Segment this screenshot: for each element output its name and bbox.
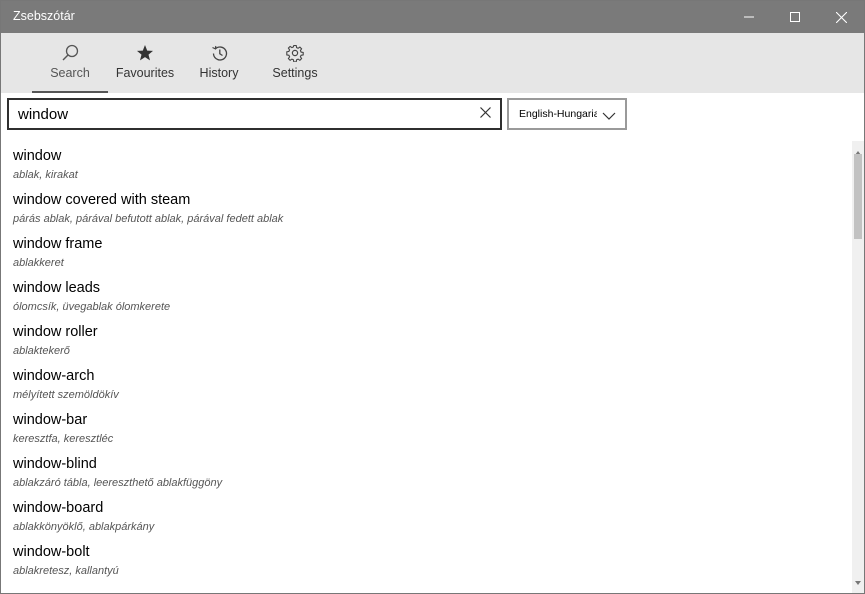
search-icon	[32, 43, 108, 63]
minimize-icon	[744, 12, 754, 22]
result-translation: ablakkeret	[13, 257, 64, 269]
app-title: Zsebszótár	[13, 9, 75, 23]
result-translation: ablakkönyöklő, ablakpárkány	[13, 521, 155, 533]
search-box	[7, 98, 502, 130]
result-term: window-blind	[13, 456, 97, 472]
result-term: window-board	[13, 500, 104, 516]
list-item[interactable]: window covered with steam párás ablak, p…	[13, 191, 833, 226]
list-item[interactable]: window-board ablakkönyöklő, ablakpárkány	[13, 499, 833, 534]
result-translation: ablakzáró tábla, leereszthető ablakfüggö…	[13, 477, 223, 489]
tab-label: Favourites	[115, 66, 175, 80]
star-icon	[107, 43, 183, 63]
list-item[interactable]: window-arch mélyített szemöldökív	[13, 367, 833, 402]
result-translation: ablakretesz, kallantyú	[13, 565, 119, 577]
scroll-down-icon[interactable]	[854, 573, 862, 591]
clear-icon	[479, 105, 491, 123]
tab-label: Search	[50, 66, 90, 80]
list-item[interactable]: window leads ólomcsík, üvegablak ólomker…	[13, 279, 833, 314]
result-translation: ablaktekerő	[13, 345, 70, 357]
list-item[interactable]: window roller ablaktekerő	[13, 323, 833, 358]
active-tab-indicator	[32, 91, 108, 93]
result-term: window	[13, 148, 62, 164]
tab-history[interactable]: History	[181, 33, 257, 93]
search-input[interactable]	[18, 104, 458, 124]
maximize-button[interactable]	[772, 1, 818, 33]
tab-search[interactable]: Search	[32, 33, 108, 93]
nav-bar: Search Favourites History Settings	[1, 33, 864, 93]
app-window: Zsebszótár Search Favourites History Set…	[0, 0, 865, 594]
list-item[interactable]: window-bolt ablakretesz, kallantyú	[13, 543, 833, 578]
result-translation: ólomcsík, üvegablak ólomkerete	[13, 301, 171, 313]
maximize-icon	[790, 12, 800, 22]
scrollbar-thumb[interactable]	[854, 154, 862, 239]
list-item[interactable]: window ablak, kirakat	[13, 147, 833, 182]
tab-favourites[interactable]: Favourites	[107, 33, 183, 93]
result-term: window roller	[13, 324, 98, 340]
list-item[interactable]: window-blind ablakzáró tábla, leereszthe…	[13, 455, 833, 490]
tab-label: History	[199, 66, 239, 80]
results-list: window ablak, kirakat window covered wit…	[1, 141, 851, 593]
chevron-down-icon	[602, 108, 616, 126]
gear-icon	[257, 43, 333, 63]
title-bar: Zsebszótár	[1, 1, 864, 33]
close-icon	[835, 11, 847, 23]
result-term: window leads	[13, 280, 101, 296]
list-item[interactable]: window-bar keresztfa, keresztléc	[13, 411, 833, 446]
close-button[interactable]	[818, 1, 864, 33]
result-term: window frame	[13, 236, 103, 252]
result-translation: mélyített szemöldökív	[13, 389, 119, 401]
tab-settings[interactable]: Settings	[257, 33, 333, 93]
language-selected: English-Hungarian	[519, 108, 597, 120]
minimize-button[interactable]	[726, 1, 772, 33]
result-translation: keresztfa, keresztléc	[13, 433, 114, 445]
result-term: window-arch	[13, 368, 95, 384]
result-translation: ablak, kirakat	[13, 169, 78, 181]
clear-search-button[interactable]	[476, 105, 494, 123]
language-dropdown[interactable]: English-Hungarian	[507, 98, 627, 130]
result-translation: párás ablak, párával befutott ablak, pár…	[13, 213, 284, 225]
result-term: window-bar	[13, 412, 88, 428]
scrollbar[interactable]	[852, 141, 864, 593]
history-icon	[181, 43, 257, 63]
result-term: window-bolt	[13, 544, 90, 560]
result-term: window covered with steam	[13, 192, 191, 208]
list-item[interactable]: window frame ablakkeret	[13, 235, 833, 270]
tab-label: Settings	[272, 66, 318, 80]
